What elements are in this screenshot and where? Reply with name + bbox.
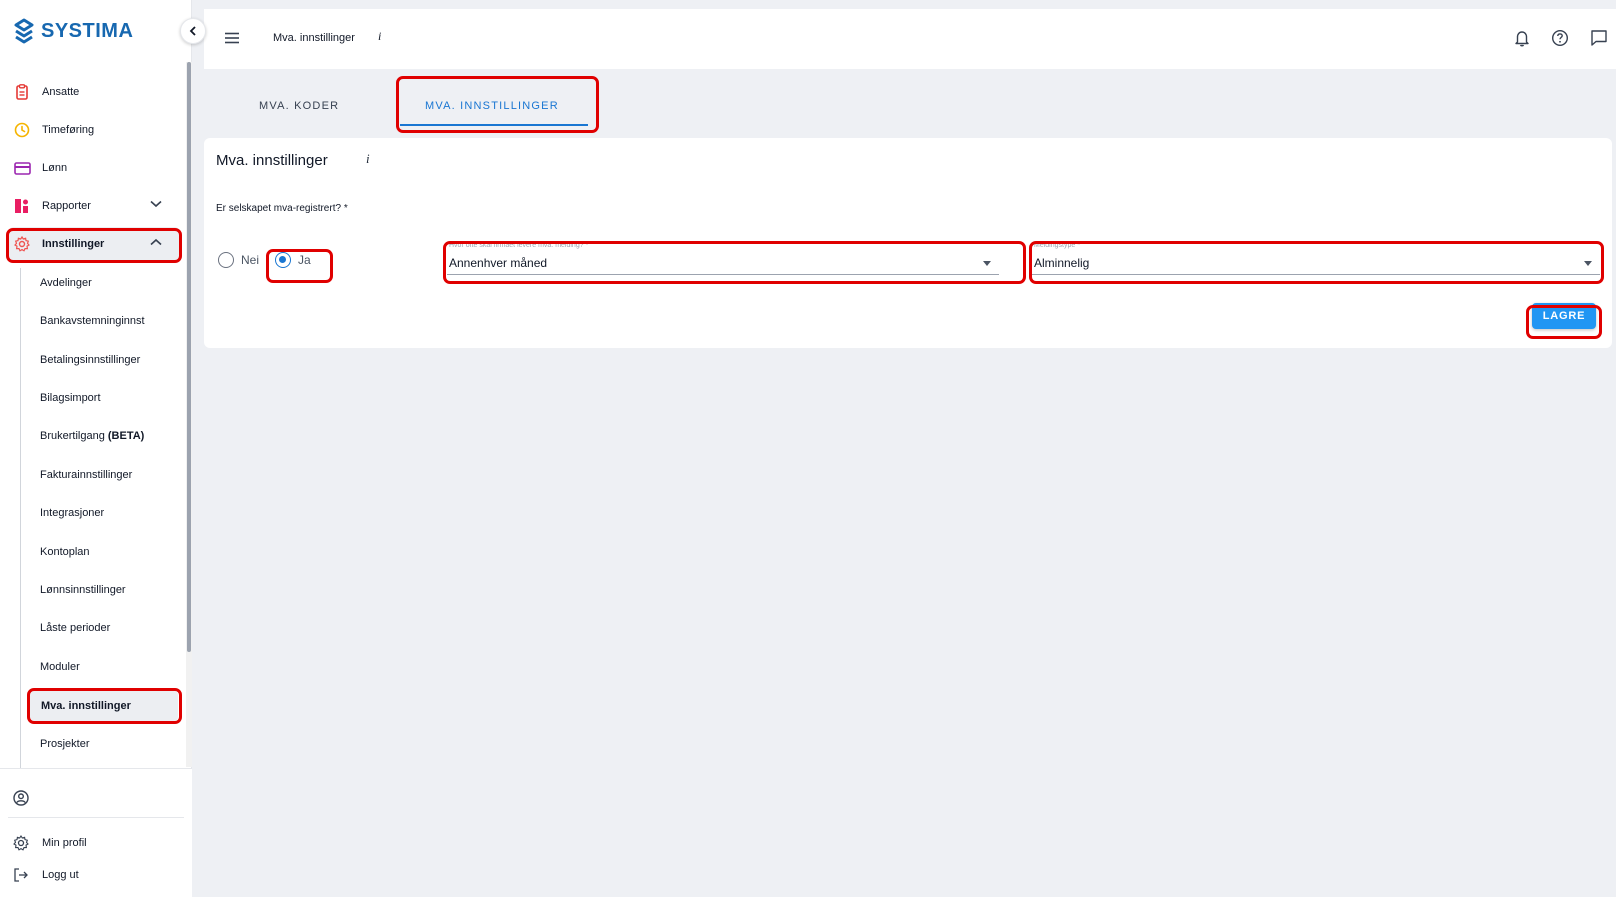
- user-circle-icon: [12, 790, 30, 806]
- top-bar: Mva. innstillinger i: [204, 9, 1616, 69]
- min-profil-link[interactable]: Min profil: [12, 835, 87, 851]
- active-tab-indicator: [400, 124, 588, 126]
- bell-icon[interactable]: [1513, 29, 1531, 47]
- save-button[interactable]: LAGRE: [1532, 303, 1596, 329]
- credit-card-icon: [11, 161, 33, 175]
- card-title: Mva. innstillinger: [216, 152, 328, 169]
- min-profil-label: Min profil: [42, 837, 87, 849]
- sidebar-footer-divider: [8, 817, 184, 818]
- radio-label: Nei: [241, 253, 260, 267]
- sidebar-item-ansatte[interactable]: Ansatte: [8, 75, 180, 109]
- frequency-select-value: Annenhver måned: [449, 256, 548, 270]
- systima-logo[interactable]: SYSTIMA: [13, 18, 133, 44]
- sidebar-subitem-prosjekter[interactable]: Prosjekter: [40, 738, 90, 750]
- sidebar-footer: Min profil Logg ut: [0, 768, 192, 897]
- sidebar-item-innstillinger[interactable]: Innstillinger: [8, 227, 180, 261]
- logout-label: Logg ut: [42, 869, 79, 881]
- sidebar-subitem-betalingsinnstillinger[interactable]: Betalingsinnstillinger: [40, 354, 140, 366]
- sidebar-subitem-mva-innstillinger[interactable]: Mva. innstillinger: [30, 691, 178, 721]
- info-icon[interactable]: i: [378, 29, 381, 44]
- submenu-divider: [20, 268, 21, 768]
- sidebar-subitem-avdelinger[interactable]: Avdelinger: [40, 277, 92, 289]
- radio-circle[interactable]: [218, 252, 234, 268]
- sidebar-item-rapporter[interactable]: Rapporter: [8, 189, 180, 223]
- frequency-select-label: Hvor ofte skal firmaet levere mva. meldi…: [449, 242, 589, 249]
- collapse-sidebar-button[interactable]: [180, 18, 206, 44]
- help-icon[interactable]: [1551, 29, 1569, 47]
- sidebar-item-lonn[interactable]: Lønn: [8, 151, 180, 185]
- dropdown-arrow-icon: [1584, 261, 1592, 266]
- page-title: Mva. innstillinger: [273, 32, 355, 44]
- sidebar-subitem-moduler[interactable]: Moduler: [40, 661, 80, 673]
- message-type-select-label: Meldingstype *: [1034, 242, 1080, 249]
- systima-logo-icon: [14, 18, 34, 44]
- account-button[interactable]: [12, 790, 42, 806]
- sidebar-item-label: Timeføring: [42, 124, 95, 136]
- sidebar: SYSTIMA Ansatte Timeføring Lønn Rapporte…: [0, 0, 192, 897]
- sidebar-subitem-label: Brukertilgang: [40, 430, 105, 442]
- beta-tag: (BETA): [107, 430, 145, 442]
- settings-icon: [12, 835, 30, 851]
- sidebar-item-label: Innstillinger: [42, 238, 105, 250]
- clock-icon: [11, 122, 33, 138]
- sidebar-subitem-lonnsinnstillinger[interactable]: Lønnsinnstillinger: [40, 584, 126, 596]
- sidebar-subitem-bilagsimport[interactable]: Bilagsimport: [40, 392, 101, 404]
- chevron-left-icon: [189, 26, 196, 36]
- tab-mva-innstillinger[interactable]: MVA. INNSTILLINGER: [425, 100, 559, 112]
- chevron-down-icon: [150, 200, 162, 208]
- chat-icon[interactable]: [1590, 29, 1608, 47]
- sidebar-subitem-integrasjoner[interactable]: Integrasjoner: [40, 507, 104, 519]
- sidebar-item-label: Lønn: [42, 162, 68, 174]
- vat-registered-question: Er selskapet mva-registrert? *: [216, 203, 348, 214]
- frequency-select[interactable]: Hvor ofte skal firmaet levere mva. meldi…: [447, 241, 999, 275]
- sidebar-subitem-brukertilgang[interactable]: Brukertilgang (BETA): [40, 430, 144, 442]
- radio-nei[interactable]: Nei: [218, 252, 259, 268]
- tab-mva-koder[interactable]: MVA. KODER: [259, 100, 339, 112]
- clipboard-icon: [11, 84, 33, 100]
- sidebar-item-label: Ansatte: [42, 86, 80, 98]
- chart-icon: [11, 198, 33, 214]
- info-icon[interactable]: i: [366, 151, 370, 167]
- radio-ja[interactable]: Ja: [275, 252, 311, 268]
- chevron-up-icon: [150, 238, 162, 246]
- sidebar-item-label: Rapporter: [42, 200, 91, 212]
- mva-settings-card: Mva. innstillinger i Er selskapet mva-re…: [204, 138, 1612, 348]
- radio-label: Ja: [298, 253, 311, 267]
- dropdown-arrow-icon: [983, 261, 991, 266]
- sidebar-subitem-fakturainnstillinger[interactable]: Fakturainnstillinger: [40, 469, 132, 481]
- menu-icon[interactable]: [224, 32, 240, 44]
- sidebar-subitem-kontoplan[interactable]: Kontoplan: [40, 546, 90, 558]
- sidebar-item-timeforing[interactable]: Timeføring: [8, 113, 180, 147]
- logout-link[interactable]: Logg ut: [12, 867, 79, 883]
- radio-circle[interactable]: [275, 252, 291, 268]
- sidebar-subitem-laste-perioder[interactable]: Låste perioder: [40, 622, 110, 634]
- logout-icon: [12, 867, 30, 883]
- gear-icon: [11, 236, 33, 252]
- message-type-select-value: Alminnelig: [1034, 256, 1090, 270]
- brand-name: SYSTIMA: [41, 19, 134, 42]
- message-type-select[interactable]: Meldingstype * Alminnelig: [1032, 241, 1600, 275]
- sidebar-subitem-bankavstemning[interactable]: Bankavstemninginnst: [40, 315, 145, 327]
- sidebar-scrollbar-thumb[interactable]: [187, 62, 191, 652]
